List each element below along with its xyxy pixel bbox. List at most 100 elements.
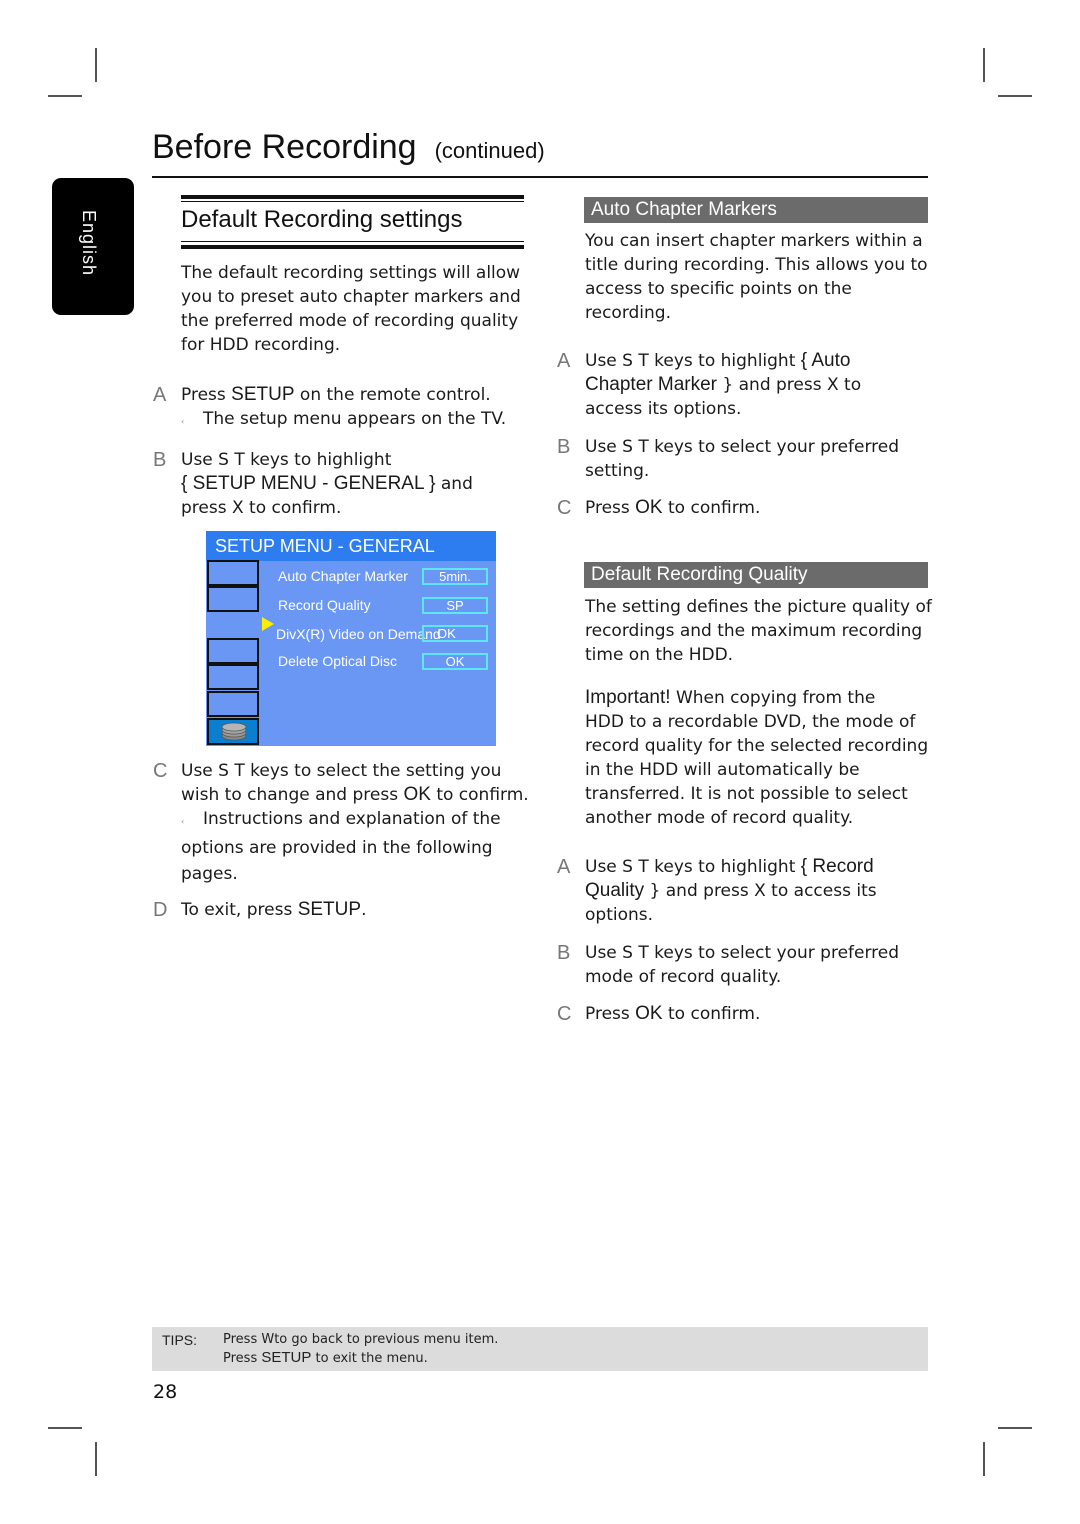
quality-step-b: B Use S T keys to select your preferred … xyxy=(557,941,930,989)
step-text: to confirm. xyxy=(662,1004,761,1024)
auto-chapter-step-b: B Use S T keys to select your preferred … xyxy=(557,435,930,483)
step-text: to confirm. xyxy=(430,785,529,805)
note-line: When copying from the xyxy=(670,688,876,708)
section-rule-bottom xyxy=(181,245,524,249)
step-text: setting. xyxy=(585,461,650,481)
intro-line: title during recording. This allows you … xyxy=(585,255,928,275)
menu-side-tab xyxy=(207,560,259,586)
title-divider xyxy=(152,176,928,178)
step-text: access its options. xyxy=(585,399,742,419)
menu-value-record-quality: SP xyxy=(422,597,488,614)
result-arrow-icon: ‹ xyxy=(181,417,185,426)
menu-key: { Auto xyxy=(800,350,851,371)
step-letter: A xyxy=(557,350,571,372)
language-label: English xyxy=(79,210,99,277)
step-text: Press xyxy=(181,385,232,405)
section-rule-top xyxy=(181,195,524,199)
menu-side-tab xyxy=(207,586,259,612)
tip-line: to exit the menu. xyxy=(311,1351,428,1366)
step-text: . xyxy=(361,900,367,920)
crop-mark xyxy=(95,48,97,82)
section-rule-bottom-thin xyxy=(181,241,524,242)
step-letter: D xyxy=(153,899,168,921)
step-note: Instructions and explanation of the xyxy=(203,809,501,829)
step-letter: A xyxy=(557,856,571,878)
step-text: Press xyxy=(585,498,636,518)
menu-value-divx-vod: OK xyxy=(422,625,488,642)
tip-line: Press xyxy=(223,1351,262,1366)
step-text: on the remote control. xyxy=(294,385,491,405)
step-text: Use S T keys to highlight xyxy=(585,351,801,371)
step-b: B Use S T keys to highlight { SETUP MENU… xyxy=(153,448,531,520)
title-continued: (continued) xyxy=(434,138,545,163)
quality-step-c: C Press OK to confirm. xyxy=(557,1002,930,1026)
step-letter: A xyxy=(153,384,167,406)
step-text: Use S T keys to select your preferred xyxy=(585,437,900,457)
step-text: and xyxy=(435,474,473,494)
step-text: Use S T keys to select the setting you xyxy=(181,761,502,781)
title-text: Before Recording xyxy=(152,128,417,166)
menu-item-divx-vod: DivX(R) Video on Demand xyxy=(276,626,441,642)
step-note: options are provided in the following xyxy=(181,838,493,858)
menu-side-tab xyxy=(207,691,259,717)
intro-line: You can insert chapter markers within a xyxy=(585,231,923,251)
step-text: options. xyxy=(585,905,654,925)
menu-key: { SETUP MENU - GENERAL } xyxy=(181,473,436,494)
step-letter: C xyxy=(557,1003,572,1025)
intro-line: for HDD recording. xyxy=(181,335,341,355)
note-line: transferred. It is not possible to selec… xyxy=(585,784,908,804)
menu-item-auto-chapter-marker: Auto Chapter Marker xyxy=(278,568,408,584)
disc-stack-icon xyxy=(221,722,247,741)
step-text: Use S T keys to highlight xyxy=(585,857,801,877)
step-text: mode of record quality. xyxy=(585,967,782,987)
step-text: } and press X to access its xyxy=(644,881,877,901)
menu-key: { Record xyxy=(800,856,874,877)
step-note: The setup menu appears on the TV. xyxy=(203,409,507,429)
crop-mark xyxy=(48,95,82,97)
important-label: Important! xyxy=(585,687,671,708)
step-note: pages. xyxy=(181,864,238,884)
recording-quality-header: Default Recording Quality xyxy=(584,562,928,588)
step-letter: B xyxy=(557,436,571,458)
crop-mark xyxy=(983,1442,985,1476)
note-line: in the HDD will automatically be xyxy=(585,760,860,780)
crop-mark xyxy=(48,1427,82,1429)
menu-side-tab xyxy=(207,638,259,664)
note-line: another mode of record quality. xyxy=(585,808,854,828)
key-ok: OK xyxy=(635,497,663,518)
step-letter: B xyxy=(153,449,167,471)
setup-menu-title: SETUP MENU - GENERAL xyxy=(206,531,496,561)
language-tab: English xyxy=(52,178,134,315)
step-text: Use S T keys to select your preferred xyxy=(585,943,900,963)
result-arrow-icon: ‹ xyxy=(181,817,185,826)
menu-side-tab xyxy=(207,664,259,690)
key-setup: SETUP xyxy=(231,384,295,405)
recording-quality-intro: The setting defines the picture quality … xyxy=(585,595,932,667)
step-text: Press xyxy=(585,1004,636,1024)
intro-line: time on the HDD. xyxy=(585,645,734,665)
important-note: Important! When copying from the HDD to … xyxy=(585,686,928,830)
page-number: 28 xyxy=(153,1381,178,1403)
step-a: A Press SETUP on the remote control. ‹ Th… xyxy=(153,383,531,434)
key-setup: SETUP xyxy=(297,899,362,920)
intro-line: access to specific points on the xyxy=(585,279,852,299)
menu-item-record-quality: Record Quality xyxy=(278,597,371,613)
selection-pointer-icon xyxy=(262,617,274,631)
step-c: C Use S T keys to select the setting you… xyxy=(153,759,541,886)
menu-side-tab-selected xyxy=(207,718,259,745)
step-letter: B xyxy=(557,942,571,964)
note-line: record quality for the selected recordin… xyxy=(585,736,929,756)
tips-label: TIPS: xyxy=(162,1332,198,1348)
step-text: press X to confirm. xyxy=(181,498,342,518)
auto-chapter-step-a: A Use S T keys to highlight { Auto Chapt… xyxy=(557,349,930,421)
intro-line: The setting defines the picture quality … xyxy=(585,597,932,617)
menu-key: Quality xyxy=(585,880,645,901)
menu-key: Chapter Marker xyxy=(585,374,717,395)
tip-line: Press Wto go back to previous menu item. xyxy=(223,1332,499,1347)
step-text: wish to change and press xyxy=(181,785,404,805)
quality-step-a: A Use S T keys to highlight { Record Qua… xyxy=(557,855,930,927)
key-ok: OK xyxy=(403,784,431,805)
step-letter: C xyxy=(153,760,168,782)
intro-line: recordings and the maximum recording xyxy=(585,621,923,641)
tips-text: Press Wto go back to previous menu item.… xyxy=(223,1331,498,1368)
